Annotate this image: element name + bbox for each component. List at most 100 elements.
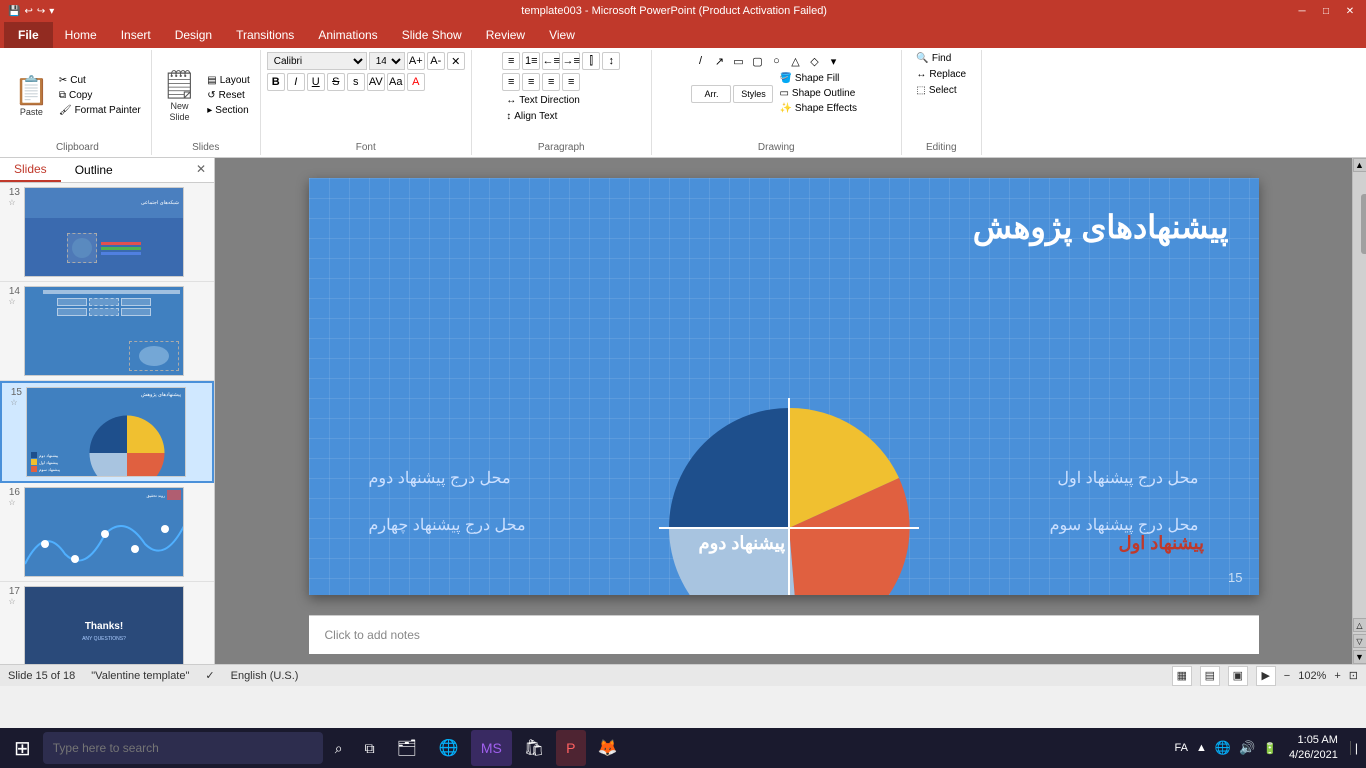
font-size-select[interactable]: 14 [369, 52, 405, 70]
search-input[interactable] [43, 732, 323, 764]
task-store[interactable]: 🛍 [514, 730, 554, 766]
design-menu[interactable]: Design [163, 22, 224, 48]
slideshow-menu[interactable]: Slide Show [390, 22, 474, 48]
char-spacing-button[interactable]: AV [367, 73, 385, 91]
align-center-button[interactable]: ≡ [522, 73, 540, 91]
slide-item-15[interactable]: 15 ☆ پیشنهادهای پژوهش پیشنهاد دوم پیش [0, 381, 214, 483]
layout-button[interactable]: ▤ Layout [203, 74, 253, 87]
panel-close-button[interactable]: ✕ [188, 158, 214, 182]
increase-font-button[interactable]: A+ [407, 52, 425, 70]
scroll-page-down[interactable]: ▽ [1353, 634, 1366, 648]
shadow-button[interactable]: s [347, 73, 365, 91]
view-menu[interactable]: View [537, 22, 587, 48]
shape-circle[interactable]: ○ [767, 52, 785, 70]
strikethrough-button[interactable]: S [327, 73, 345, 91]
start-button[interactable]: ⊞ [4, 730, 41, 766]
task-edge[interactable]: 🌐 [429, 730, 469, 766]
show-hidden-icons[interactable]: ▲ [1196, 742, 1207, 754]
decrease-indent-button[interactable]: ←≡ [542, 52, 560, 70]
transitions-menu[interactable]: Transitions [224, 22, 306, 48]
normal-view-button[interactable]: ▦ [1172, 666, 1192, 686]
slide-sorter-button[interactable]: ▤ [1200, 666, 1220, 686]
align-left-button[interactable]: ≡ [502, 73, 520, 91]
file-menu[interactable]: File [4, 22, 53, 48]
show-desktop-button[interactable]: | [1350, 741, 1362, 755]
format-painter-button[interactable]: 🖌 Format Painter [55, 104, 145, 117]
task-powerpoint[interactable]: P [556, 730, 585, 766]
shape-round-rect[interactable]: ▢ [748, 52, 766, 70]
select-button[interactable]: ⬚ Select [912, 84, 960, 97]
align-right-button[interactable]: ≡ [542, 73, 560, 91]
minimize-button[interactable]: ─ [1294, 3, 1310, 19]
shape-effects-button[interactable]: ✨Shape Effects [775, 102, 861, 115]
slideshow-view-button[interactable]: ▶ [1256, 666, 1276, 686]
arrange-button[interactable]: Arr. [691, 85, 731, 103]
font-family-select[interactable]: Calibri [267, 52, 367, 70]
bullets-button[interactable]: ≡ [502, 52, 520, 70]
zoom-in-button[interactable]: + [1334, 670, 1340, 682]
network-icon[interactable]: 🌐 [1215, 740, 1231, 756]
shape-triangle[interactable]: △ [786, 52, 804, 70]
reading-view-button[interactable]: ▣ [1228, 666, 1248, 686]
paste-button[interactable]: 📋 Paste [10, 61, 53, 131]
outline-tab[interactable]: Outline [61, 158, 127, 182]
shape-arrow[interactable]: ↗ [710, 52, 728, 70]
columns-button[interactable]: ⫿ [582, 52, 600, 70]
maximize-button[interactable]: □ [1318, 3, 1334, 19]
notes-area[interactable]: Click to add notes [309, 615, 1259, 654]
scroll-down-arrow[interactable]: ▼ [1353, 650, 1366, 664]
slide-item-14[interactable]: 14 ☆ [0, 282, 214, 381]
shape-fill-button[interactable]: 🪣Shape Fill [775, 72, 861, 85]
task-search-icon[interactable]: ⌕ [325, 730, 353, 766]
copy-button[interactable]: ⧉ Copy [55, 89, 145, 102]
quick-access-undo[interactable]: ↩ [24, 6, 32, 17]
shape-outline-button[interactable]: ▭Shape Outline [775, 87, 861, 100]
replace-button[interactable]: ↔ Replace [912, 68, 970, 81]
justify-button[interactable]: ≡ [562, 73, 580, 91]
scroll-thumb[interactable] [1361, 194, 1366, 254]
underline-button[interactable]: U [307, 73, 325, 91]
slide-item-17[interactable]: 17 ☆ Thanks! ANY QUESTIONS? [0, 582, 214, 664]
slide-item-13[interactable]: 13 ☆ شبکه‌های اجتماعی [0, 183, 214, 282]
find-button[interactable]: 🔍 Find [912, 52, 955, 65]
input-language[interactable]: FA [1175, 742, 1188, 754]
align-text-button[interactable]: ↕ Align Text [502, 110, 561, 123]
cut-button[interactable]: ✂ Cut [55, 74, 145, 87]
task-teams[interactable]: MS [471, 730, 512, 766]
shape-line[interactable]: / [691, 52, 709, 70]
text-direction-button[interactable]: ↔ Text Direction [502, 94, 584, 107]
quick-access-save[interactable]: 💾 [8, 6, 20, 17]
review-menu[interactable]: Review [474, 22, 537, 48]
line-spacing-button[interactable]: ↕ [602, 52, 620, 70]
close-button[interactable]: ✕ [1342, 3, 1358, 19]
system-clock[interactable]: 1:05 AM 4/26/2021 [1289, 733, 1346, 764]
quick-styles-button[interactable]: Styles [733, 85, 773, 103]
italic-button[interactable]: I [287, 73, 305, 91]
slide-area[interactable]: پیشنهادهای پژوهش محل درج پیشنهاد دوم محل… [215, 158, 1352, 664]
insert-menu[interactable]: Insert [109, 22, 163, 48]
new-slide-button[interactable]: 🗒 NewSlide [158, 61, 202, 131]
shape-more[interactable]: ▾ [824, 52, 842, 70]
main-slide[interactable]: پیشنهادهای پژوهش محل درج پیشنهاد دوم محل… [309, 178, 1259, 595]
sound-icon[interactable]: 🔊 [1239, 740, 1255, 756]
slides-tab[interactable]: Slides [0, 158, 61, 182]
shape-rect[interactable]: ▭ [729, 52, 747, 70]
zoom-out-button[interactable]: − [1284, 670, 1290, 682]
task-firefox[interactable]: 🦊 [588, 730, 628, 766]
home-menu[interactable]: Home [53, 22, 109, 48]
animations-menu[interactable]: Animations [306, 22, 389, 48]
change-case-button[interactable]: Aa [387, 73, 405, 91]
increase-indent-button[interactable]: →≡ [562, 52, 580, 70]
decrease-font-button[interactable]: A- [427, 52, 445, 70]
scroll-page-up[interactable]: △ [1353, 618, 1366, 632]
task-view-button[interactable]: ⧉ [355, 730, 385, 766]
reset-button[interactable]: ↺ Reset [203, 89, 253, 102]
fit-slide-button[interactable]: ⊡ [1349, 669, 1358, 682]
font-color-button[interactable]: A [407, 73, 425, 91]
clear-format-button[interactable]: ✕ [447, 52, 465, 70]
shape-diamond[interactable]: ◇ [805, 52, 823, 70]
quick-access-redo[interactable]: ↪ [37, 6, 45, 17]
slide-item-16[interactable]: 16 ☆ روند تحقیق [0, 483, 214, 582]
task-explorer[interactable]: 🗂 [387, 730, 427, 766]
section-button[interactable]: ▸ Section [203, 104, 253, 117]
